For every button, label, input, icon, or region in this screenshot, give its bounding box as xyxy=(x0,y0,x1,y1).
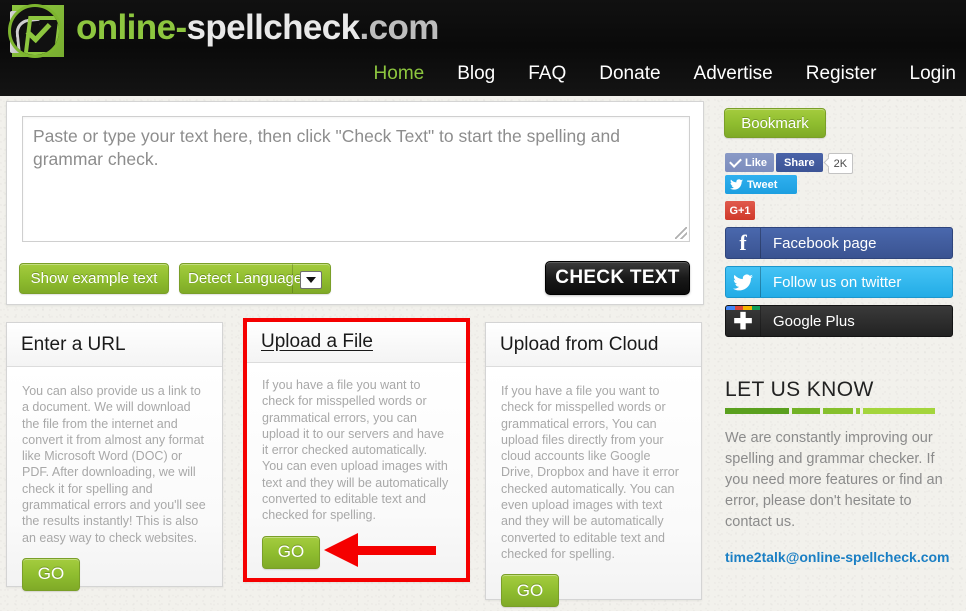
tweet-button[interactable]: Tweet xyxy=(725,175,797,194)
google-plus-icon: ✚ xyxy=(726,306,761,336)
red-left-arrow-annotation xyxy=(324,533,436,567)
twitter-follow-label: Follow us on twitter xyxy=(773,273,902,291)
go-button-cloud[interactable]: GO xyxy=(501,574,559,608)
brand-part-tld: .com xyxy=(359,8,440,47)
twitter-follow-button[interactable]: Follow us on twitter xyxy=(725,266,953,298)
card-title-text: Upload a File xyxy=(261,331,373,352)
google-plus-button[interactable]: ✚ Google Plus xyxy=(725,305,953,337)
facebook-page-label: Facebook page xyxy=(773,234,877,252)
text-input-placeholder: Paste or type your text here, then click… xyxy=(33,126,620,169)
nav-item-faq[interactable]: FAQ xyxy=(528,63,566,85)
brand-part-separator: - xyxy=(175,8,187,47)
bookmark-button[interactable]: Bookmark xyxy=(724,108,826,138)
chevron-down-icon[interactable] xyxy=(300,271,322,289)
nav-item-blog[interactable]: Blog xyxy=(457,63,495,85)
card-title-text: Upload from Cloud xyxy=(500,333,659,355)
let-us-know-text: We are constantly improving our spelling… xyxy=(725,430,943,530)
twitter-bird-icon xyxy=(730,179,743,190)
tweet-label: Tweet xyxy=(747,178,778,191)
brand-part-spellcheck: spellcheck xyxy=(186,8,361,47)
facebook-share-count: 2K xyxy=(827,153,854,174)
card-title: Enter a URL xyxy=(7,323,222,367)
card-title-text: Enter a URL xyxy=(21,333,126,355)
detect-language-button[interactable]: Detect Language xyxy=(179,263,331,294)
logo-circle-icon xyxy=(8,4,62,58)
facebook-like-row: Like Share 2K xyxy=(725,153,854,174)
card-upload-from-cloud: Upload from Cloud If you have a file you… xyxy=(485,322,702,608)
nav-item-donate[interactable]: Donate xyxy=(599,63,660,85)
right-sidebar: Bookmark Like Share 2K Tweet G+1 f Faceb… xyxy=(716,101,962,565)
resize-grip-icon[interactable] xyxy=(675,227,687,239)
facebook-f-icon: f xyxy=(726,228,761,258)
site-logo[interactable] xyxy=(6,3,68,59)
let-us-know-title: LET US KNOW xyxy=(725,378,874,401)
card-enter-a-url: Enter a URL You can also provide us a li… xyxy=(6,322,223,591)
section-divider xyxy=(725,408,957,414)
arrow-head xyxy=(324,533,358,567)
card-body: You can also provide us a link to a docu… xyxy=(7,367,222,591)
card-title: Upload a File xyxy=(247,322,466,363)
social-share-widgets: Like Share 2K Tweet G+1 xyxy=(725,153,854,220)
site-brand-title[interactable]: online-spellcheck.com xyxy=(76,8,439,48)
contact-email-link[interactable]: time2talk@online-spellcheck.com xyxy=(725,549,950,565)
text-input-area[interactable]: Paste or type your text here, then click… xyxy=(22,116,690,242)
nav-item-home[interactable]: Home xyxy=(374,63,425,85)
let-us-know-section: LET US KNOW We are constantly improving … xyxy=(725,378,957,567)
check-text-button[interactable]: CHECK TEXT xyxy=(545,261,690,295)
arrow-shaft xyxy=(352,546,436,555)
google-plus-label: Google Plus xyxy=(773,312,855,330)
show-example-text-button[interactable]: Show example text xyxy=(19,263,169,294)
facebook-like-label: Like xyxy=(745,156,768,169)
card-description: You can also provide us a link to a docu… xyxy=(22,384,206,545)
spellcheck-panel: Paste or type your text here, then click… xyxy=(6,101,704,305)
main-navigation: Home Blog FAQ Donate Advertise Register … xyxy=(374,63,956,85)
google-color-stripe-icon xyxy=(726,306,760,310)
thumb-check-icon xyxy=(729,154,742,168)
brand-part-online: online xyxy=(76,8,176,47)
go-button-file[interactable]: GO xyxy=(262,535,320,569)
card-body: If you have a file you want to check for… xyxy=(486,367,701,608)
site-header: online-spellcheck.com Home Blog FAQ Dona… xyxy=(0,0,966,96)
card-title: Upload from Cloud xyxy=(486,323,701,367)
facebook-like-button[interactable]: Like xyxy=(725,153,775,172)
social-page-buttons: f Facebook page Follow us on twitter ✚ G… xyxy=(725,227,953,344)
card-description: If you have a file you want to check for… xyxy=(501,384,679,561)
go-button-url[interactable]: GO xyxy=(22,557,80,591)
detect-language-label: Detect Language xyxy=(188,270,303,287)
detect-language-divider xyxy=(292,264,293,293)
card-description: If you have a file you want to check for… xyxy=(262,378,449,523)
nav-item-login[interactable]: Login xyxy=(910,63,957,85)
facebook-page-button[interactable]: f Facebook page xyxy=(725,227,953,259)
nav-item-register[interactable]: Register xyxy=(806,63,877,85)
page-root: online-spellcheck.com Home Blog FAQ Dona… xyxy=(0,0,966,611)
google-plus-one-button[interactable]: G+1 xyxy=(725,201,755,220)
twitter-bird-icon xyxy=(726,267,761,297)
facebook-share-button[interactable]: Share xyxy=(776,153,823,172)
nav-item-advertise[interactable]: Advertise xyxy=(694,63,773,85)
